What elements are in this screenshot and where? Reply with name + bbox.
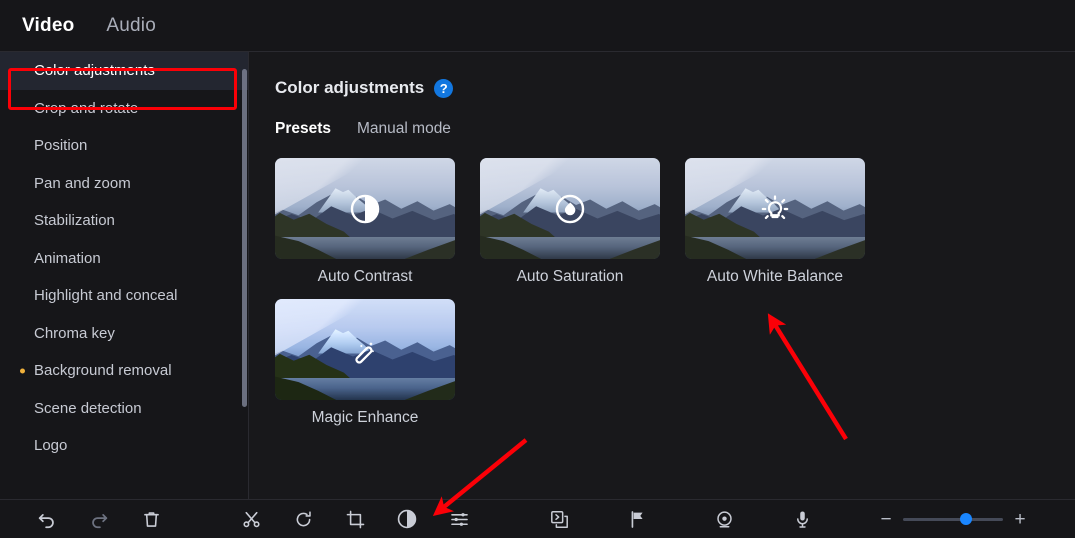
crop-icon[interactable] <box>344 508 366 530</box>
preset-thumbnail[interactable] <box>275 299 455 400</box>
rotate-icon[interactable] <box>292 508 314 530</box>
sidebar-item-position[interactable]: Position <box>0 127 248 165</box>
sidebar-item-label: Pan and zoom <box>34 174 131 192</box>
mode-tabs: Presets Manual mode <box>275 120 1075 138</box>
sidebar-item-highlight-and-conceal[interactable]: Highlight and conceal <box>0 277 248 315</box>
zoom-control: − + <box>879 510 1027 529</box>
delete-icon[interactable] <box>140 508 162 530</box>
contrast-icon <box>350 194 380 223</box>
tab-presets[interactable]: Presets <box>275 120 331 138</box>
preset-thumbnail[interactable] <box>275 158 455 259</box>
preset-label: Magic Enhance <box>311 409 419 426</box>
zoom-in-button[interactable]: + <box>1013 510 1027 529</box>
marker-icon[interactable] <box>626 508 648 530</box>
sidebar-item-label: Position <box>34 137 88 155</box>
sidebar-item-label: Stabilization <box>34 212 115 230</box>
sidebar-scrollbar[interactable] <box>242 69 247 407</box>
zoom-slider-handle[interactable] <box>960 513 972 525</box>
preset-label: Auto White Balance <box>706 268 844 285</box>
saturation-droplet-icon <box>555 194 585 223</box>
panel-header: Color adjustments ? <box>275 78 1075 98</box>
bottom-toolbar: − + <box>0 499 1075 538</box>
preset-grid: Auto Contrast Auto Saturation Auto White… <box>275 158 1075 427</box>
sidebar-item-background-removal[interactable]: Background removal <box>0 352 248 390</box>
zoom-out-button[interactable]: − <box>879 510 893 529</box>
sidebar-item-label: Crop and rotate <box>34 99 139 117</box>
redo-icon[interactable] <box>88 508 110 530</box>
sidebar-item-label: Scene detection <box>34 399 142 417</box>
sidebar-item-label: Highlight and conceal <box>34 287 178 305</box>
record-screen-icon[interactable] <box>714 508 736 530</box>
preset-magic-enhance[interactable]: Magic Enhance <box>275 299 455 427</box>
sidebar-item-logo[interactable]: Logo <box>0 427 248 465</box>
sidebar-item-chroma-key[interactable]: Chroma key <box>0 315 248 353</box>
zoom-slider[interactable] <box>903 513 1003 525</box>
color-adjustments-panel: Color adjustments ? Presets Manual mode <box>250 52 1075 499</box>
sidebar-item-scene-detection[interactable]: Scene detection <box>0 390 248 428</box>
equalizer-icon[interactable] <box>448 508 470 530</box>
sidebar-item-label: Logo <box>34 437 68 455</box>
preset-auto-contrast[interactable]: Auto Contrast <box>275 158 455 286</box>
sidebar-item-pan-and-zoom[interactable]: Pan and zoom <box>0 165 248 203</box>
microphone-icon[interactable] <box>792 508 814 530</box>
transition-icon[interactable] <box>548 508 570 530</box>
top-tab-bar: Video Audio <box>0 0 1075 52</box>
sidebar-item-crop-and-rotate[interactable]: Crop and rotate <box>0 90 248 128</box>
preset-thumbnail[interactable] <box>480 158 660 259</box>
sidebar-item-label: Animation <box>34 249 101 267</box>
sidebar-item-color-adjustments[interactable]: Color adjustments <box>0 52 248 90</box>
sidebar-item-stabilization[interactable]: Stabilization <box>0 202 248 240</box>
undo-icon[interactable] <box>36 508 58 530</box>
sidebar-item-label: Chroma key <box>34 324 115 342</box>
magic-wand-icon <box>355 341 375 364</box>
sidebar-item-animation[interactable]: Animation <box>0 240 248 278</box>
color-adjust-icon[interactable] <box>396 508 418 530</box>
tab-manual-mode[interactable]: Manual mode <box>357 120 451 138</box>
sidebar-item-label: Color adjustments <box>34 62 155 80</box>
split-icon[interactable] <box>240 508 262 530</box>
tab-video[interactable]: Video <box>22 15 74 37</box>
sidebar-item-label: Background removal <box>34 362 172 380</box>
preset-label: Auto Saturation <box>516 268 624 285</box>
effects-sidebar: Color adjustments Crop and rotate Positi… <box>0 52 249 499</box>
new-feature-dot-icon <box>20 368 25 374</box>
page-title: Color adjustments <box>275 78 425 97</box>
preset-thumbnail[interactable] <box>685 158 865 259</box>
tab-audio[interactable]: Audio <box>106 15 156 37</box>
lightbulb-icon <box>761 194 789 219</box>
preset-label: Auto Contrast <box>317 268 413 285</box>
preset-auto-saturation[interactable]: Auto Saturation <box>480 158 660 286</box>
help-icon[interactable]: ? <box>434 78 454 98</box>
preset-auto-white-balance[interactable]: Auto White Balance <box>685 158 865 286</box>
